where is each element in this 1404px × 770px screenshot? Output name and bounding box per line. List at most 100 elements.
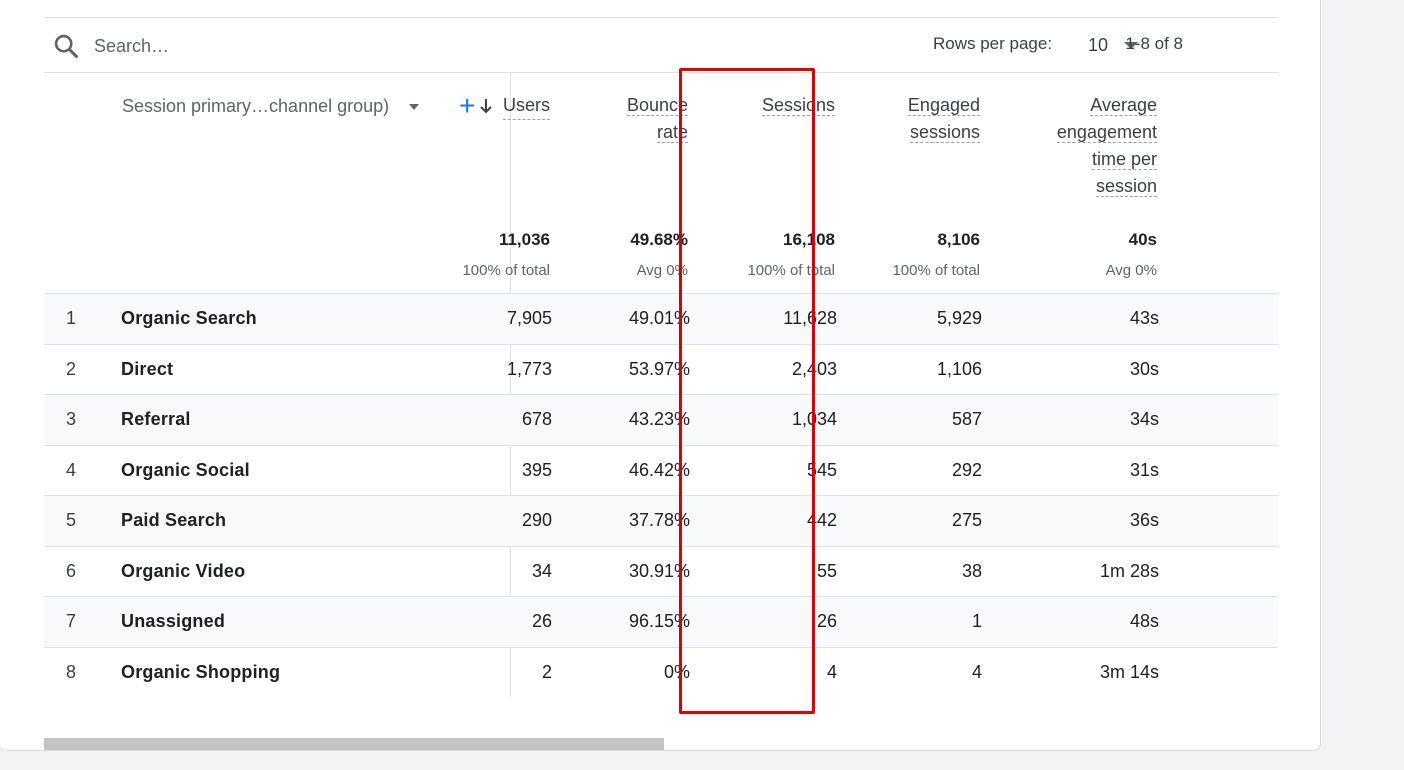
search-icon[interactable] (52, 32, 80, 60)
avg-header-line4: session (1095, 176, 1157, 197)
cell-users: 2 (541, 661, 552, 682)
caret-down-icon[interactable] (409, 103, 420, 110)
cell-avg-time: 36s (1129, 510, 1159, 531)
header-divider (44, 72, 1278, 73)
table-row[interactable]: 6 Organic Video 34 30.91% 55 38 1m 28s (44, 545, 1278, 597)
add-dimension-plus-icon[interactable]: + (459, 92, 475, 120)
dimension-label: Session primary…channel group) (122, 96, 390, 116)
cell-sessions: 55 (816, 560, 837, 581)
column-header-bounce-rate[interactable]: Bounce rate (626, 92, 688, 146)
table-row[interactable]: 5 Paid Search 290 37.78% 442 275 36s (44, 495, 1278, 546)
users-total: 11,036 (498, 230, 550, 249)
cell-sessions: 11,628 (783, 308, 837, 329)
channel-name: Paid Search (121, 510, 227, 531)
users-total-sub: 100% of total (462, 262, 550, 279)
table-row[interactable]: 2 Direct 1,773 53.97% 2,403 1,106 30s (44, 343, 1278, 395)
bounce-header-line2: rate (656, 122, 688, 143)
cell-avg-time: 1m 28s (1099, 560, 1159, 581)
row-index: 4 (66, 459, 77, 480)
cell-engaged: 4 (971, 661, 982, 682)
engaged-header-line2: sessions (909, 122, 980, 143)
cell-sessions: 1,034 (791, 409, 837, 430)
channel-name: Organic Social (121, 459, 250, 480)
cell-users: 7,905 (506, 308, 552, 329)
avg-total-sub: Avg 0% (1105, 262, 1157, 279)
cell-engaged: 292 (951, 459, 982, 480)
column-header-avg-engagement[interactable]: Average engagement time per session (1056, 92, 1157, 200)
users-header-label: Users (502, 92, 550, 120)
cell-avg-time: 31s (1129, 459, 1159, 480)
row-index: 2 (66, 358, 77, 379)
rows-per-page-value: 10 (1088, 34, 1109, 55)
search-input[interactable] (92, 30, 396, 62)
table-body: 1 Organic Search 7,905 49.01% 11,628 5,929 43s… (44, 293, 1278, 697)
row-index: 3 (66, 409, 77, 430)
row-index: 1 (66, 308, 77, 329)
arrow-down-icon (480, 99, 492, 114)
dimension-selector[interactable]: Session primary…channel group) (122, 96, 420, 117)
channel-name: Direct (121, 358, 174, 379)
cell-users: 290 (521, 510, 552, 531)
bounce-total: 49.68% (630, 230, 688, 249)
cell-bounce: 37.78% (628, 510, 690, 531)
engaged-total-sub: 100% of total (892, 262, 980, 279)
table-row[interactable]: 4 Organic Social 395 46.42% 545 292 31s (44, 444, 1278, 496)
cell-users: 678 (521, 409, 552, 430)
avg-header-line3: time per (1091, 149, 1157, 170)
engaged-header-line1: Engaged (907, 95, 980, 116)
avg-header-line2: engagement (1056, 122, 1157, 143)
cell-sessions: 2,403 (791, 358, 837, 379)
channel-name: Referral (121, 409, 191, 430)
cell-users: 26 (531, 611, 552, 632)
report-table-card: Rows per page: 10 1-8 of 8 Session prima… (0, 0, 1321, 751)
row-index: 6 (66, 560, 77, 581)
cell-sessions: 545 (806, 459, 837, 480)
channel-name: Unassigned (121, 611, 226, 632)
cell-engaged: 275 (951, 510, 982, 531)
cell-bounce: 96.15% (628, 611, 690, 632)
cell-avg-time: 48s (1129, 611, 1159, 632)
sessions-total: 16,108 (783, 230, 835, 249)
cell-bounce: 43.23% (628, 409, 690, 430)
sessions-header-label: Sessions (761, 95, 835, 116)
cell-engaged: 1,106 (936, 358, 982, 379)
top-divider (44, 17, 1278, 18)
channel-name: Organic Shopping (121, 661, 281, 682)
avg-total: 40s (1128, 230, 1157, 249)
row-index: 8 (66, 661, 77, 682)
channel-name: Organic Video (121, 560, 246, 581)
cell-sessions: 442 (806, 510, 837, 531)
rows-per-page-label: Rows per page: (933, 34, 1053, 53)
cell-bounce: 53.97% (628, 358, 690, 379)
cell-avg-time: 30s (1129, 358, 1159, 379)
row-index: 7 (66, 611, 77, 632)
cell-users: 1,773 (506, 358, 552, 379)
bounce-total-sub: Avg 0% (636, 262, 688, 279)
column-header-users[interactable]: Users (479, 92, 550, 120)
cell-engaged: 5,929 (936, 308, 982, 329)
cell-avg-time: 43s (1129, 308, 1159, 329)
channel-name: Organic Search (121, 308, 257, 329)
sessions-total-sub: 100% of total (747, 262, 835, 279)
cell-sessions: 4 (826, 661, 837, 682)
column-header-engaged-sessions[interactable]: Engaged sessions (907, 92, 980, 146)
engaged-total: 8,106 (937, 230, 980, 249)
cell-bounce: 46.42% (628, 459, 690, 480)
cell-bounce: 30.91% (628, 560, 690, 581)
bounce-header-line1: Bounce (626, 95, 688, 116)
table-row[interactable]: 8 Organic Shopping 2 0% 4 4 3m 14s (44, 646, 1278, 698)
cell-sessions: 26 (816, 611, 837, 632)
cell-bounce: 49.01% (628, 308, 690, 329)
column-header-sessions[interactable]: Sessions (761, 92, 835, 119)
horizontal-scrollbar[interactable] (44, 738, 664, 750)
cell-bounce: 0% (663, 661, 690, 682)
pagination-range: 1-8 of 8 (1125, 34, 1183, 53)
cell-engaged: 1 (971, 611, 982, 632)
row-index: 5 (66, 510, 77, 531)
table-row[interactable]: 1 Organic Search 7,905 49.01% 11,628 5,929 43s (44, 293, 1278, 344)
cell-avg-time: 34s (1129, 409, 1159, 430)
table-row[interactable]: 3 Referral 678 43.23% 1,034 587 34s (44, 394, 1278, 445)
table-row[interactable]: 7 Unassigned 26 96.15% 26 1 48s (44, 596, 1278, 647)
cell-users: 34 (531, 560, 552, 581)
cell-avg-time: 3m 14s (1099, 661, 1159, 682)
